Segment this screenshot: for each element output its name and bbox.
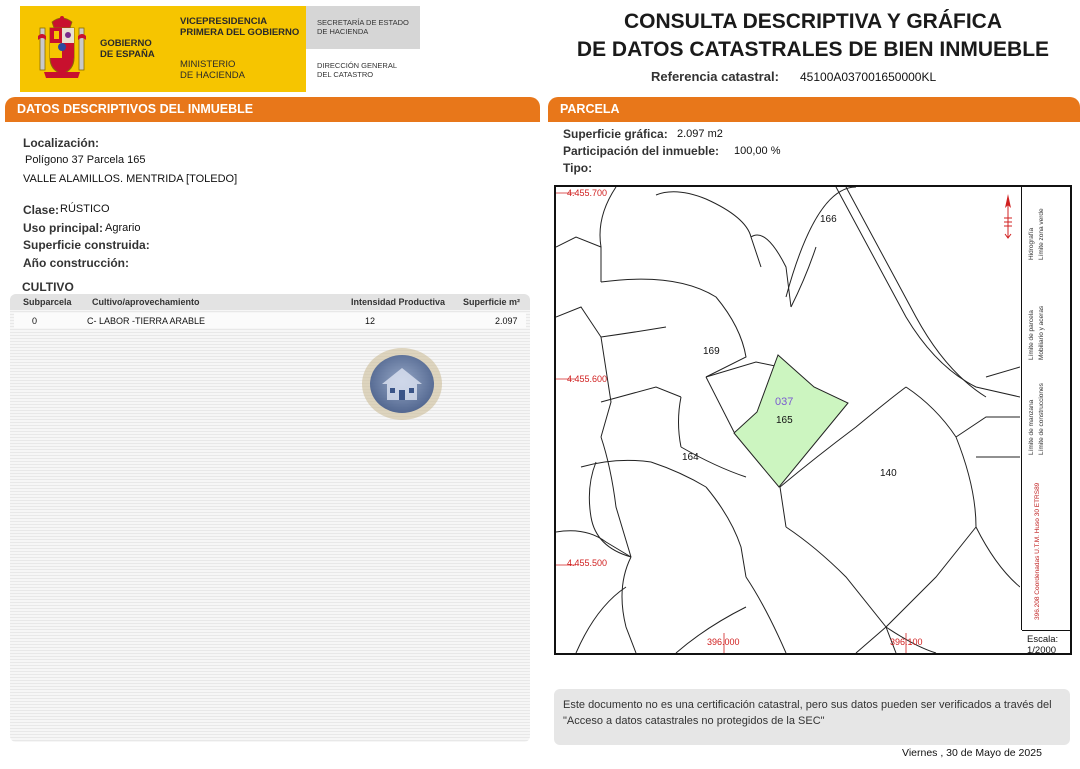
localizacion-line-2: VALLE ALAMILLOS. MENTRIDA [TOLEDO] <box>23 173 238 185</box>
document-date: Viernes , 30 de Mayo de 2025 <box>902 747 1042 759</box>
vicepresidencia-label: VICEPRESIDENCIA PRIMERA DEL GOBIERNO <box>180 16 300 38</box>
cultivo-title: CULTIVO <box>22 280 74 294</box>
legend-parcela: Límite de parcela <box>1028 310 1035 360</box>
legend-divider <box>1021 187 1022 630</box>
referencia-catastral-label: Referencia catastral: <box>651 69 779 84</box>
north-arrow-icon <box>1004 194 1012 239</box>
participacion-label: Participación del inmueble: <box>563 144 720 158</box>
y-coord-label: 4.455.600 <box>567 374 608 384</box>
participacion-value: 100,00 % <box>734 145 781 157</box>
col-superficie: Superficie m² <box>463 297 521 307</box>
legend-manzana: Límite de manzana <box>1028 399 1035 455</box>
polygon-label: 037 <box>775 396 794 408</box>
right-header-underline <box>548 119 1080 122</box>
col-cultivo: Cultivo/aprovechamiento <box>92 297 200 307</box>
legend-coordenadas: 396.208 Coordenadas U.T.M. Huso 30 ETRS8… <box>1034 482 1041 620</box>
cell-intensidad: 12 <box>365 316 376 326</box>
direccion-general-label: DIRECCIÓN GENERAL DEL CATASTRO <box>317 61 398 79</box>
x-coord-label: 396.000 <box>707 637 740 647</box>
datos-descriptivos-header: DATOS DESCRIPTIVOS DEL INMUEBLE <box>5 97 540 121</box>
parcela-header: PARCELA <box>548 97 1080 121</box>
clase-value: RÚSTICO <box>60 203 110 215</box>
legend-hidrografia: Hidrografía <box>1028 227 1035 260</box>
col-subparcela: Subparcela <box>23 297 72 307</box>
legend-bottom-divider <box>1022 630 1070 631</box>
cell-subparcela: 0 <box>32 316 38 326</box>
catastro-seal-icon <box>362 348 442 420</box>
disclaimer-text: Este documento no es una certificación c… <box>563 699 1052 727</box>
uso-principal-label: Uso principal: <box>23 221 104 235</box>
parcel-number: 169 <box>703 346 720 357</box>
scale-label: Escala: <box>1027 634 1059 645</box>
gobierno-de-espana-label: GOBIERNO DE ESPAÑA <box>100 38 155 60</box>
cultivo-table-header <box>10 294 530 310</box>
coat-of-arms-icon <box>38 16 86 78</box>
legend-mobiliario: Mobiliario y aceras <box>1038 305 1045 360</box>
legend-zona-verde: Límite zona verde <box>1038 208 1045 260</box>
left-header-underline <box>5 119 540 122</box>
tipo-label: Tipo: <box>563 161 593 175</box>
clase-label: Clase: <box>23 203 60 217</box>
referencia-catastral-value: 45100A037001650000KL <box>800 70 937 84</box>
secretaria-label: SECRETARÍA DE ESTADO DE HACIENDA <box>317 18 409 36</box>
y-coord-label: 4.455.500 <box>567 558 608 568</box>
y-coord-label: 4.455.700 <box>567 188 608 198</box>
superficie-construida-label: Superficie construida: <box>23 238 150 252</box>
anio-construccion-label: Año construcción: <box>23 256 130 270</box>
parcel-number: 165 <box>776 415 793 426</box>
scale-value: 1/2000 <box>1027 645 1057 656</box>
document-title: CONSULTA DESCRIPTIVA Y GRÁFICA DE DATOS … <box>576 10 1050 61</box>
localizacion-line-1: Polígono 37 Parcela 165 <box>25 154 146 166</box>
col-intensidad: Intensidad Productiva <box>351 297 446 307</box>
ministerio-label: MINISTERIO DE HACIENDA <box>180 59 245 81</box>
map-legend: Hidrografía Límite zona verde Límite de … <box>1026 190 1056 630</box>
superficie-grafica-label: Superficie gráfica: <box>563 127 668 141</box>
parcel-number: 166 <box>820 214 837 225</box>
cell-superficie: 2.097 <box>495 316 518 326</box>
localizacion-label: Localización: <box>23 136 100 150</box>
cell-cultivo: C- LABOR -TIERRA ARABLE <box>87 316 206 326</box>
uso-principal-value: Agrario <box>105 222 141 234</box>
legend-construcciones: Límite de construcciones <box>1038 383 1045 455</box>
x-coord-label: 396.100 <box>890 637 923 647</box>
disclaimer-box: Este documento no es una certificación c… <box>554 689 1070 745</box>
superficie-grafica-value: 2.097 m2 <box>677 128 723 140</box>
parcel-number: 140 <box>880 468 897 479</box>
government-logo-block: GOBIERNO DE ESPAÑA VICEPRESIDENCIA PRIME… <box>20 6 420 92</box>
parcel-number: 164 <box>682 452 699 463</box>
cultivo-table <box>10 294 530 742</box>
